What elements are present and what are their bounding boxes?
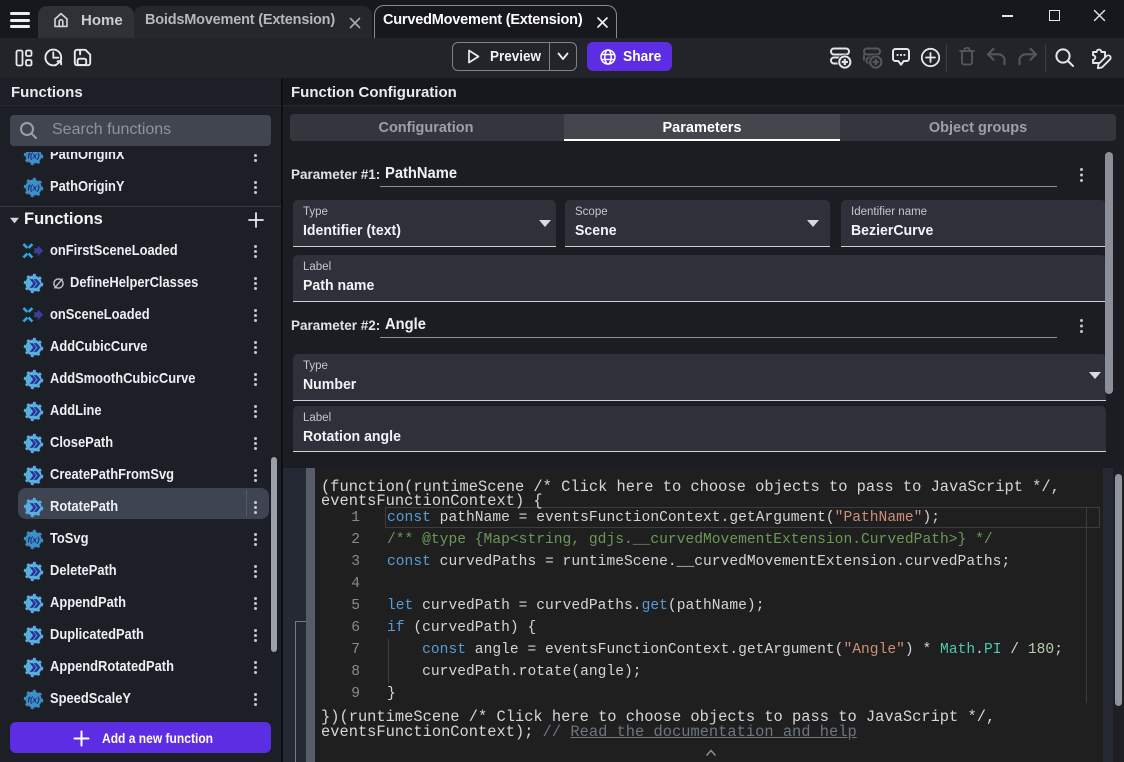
svg-text:f(x): f(x) xyxy=(27,152,40,160)
svg-text:f(x): f(x) xyxy=(27,183,40,192)
svg-text:f(x): f(x) xyxy=(27,695,40,704)
svg-text:f(x): f(x) xyxy=(27,535,40,544)
